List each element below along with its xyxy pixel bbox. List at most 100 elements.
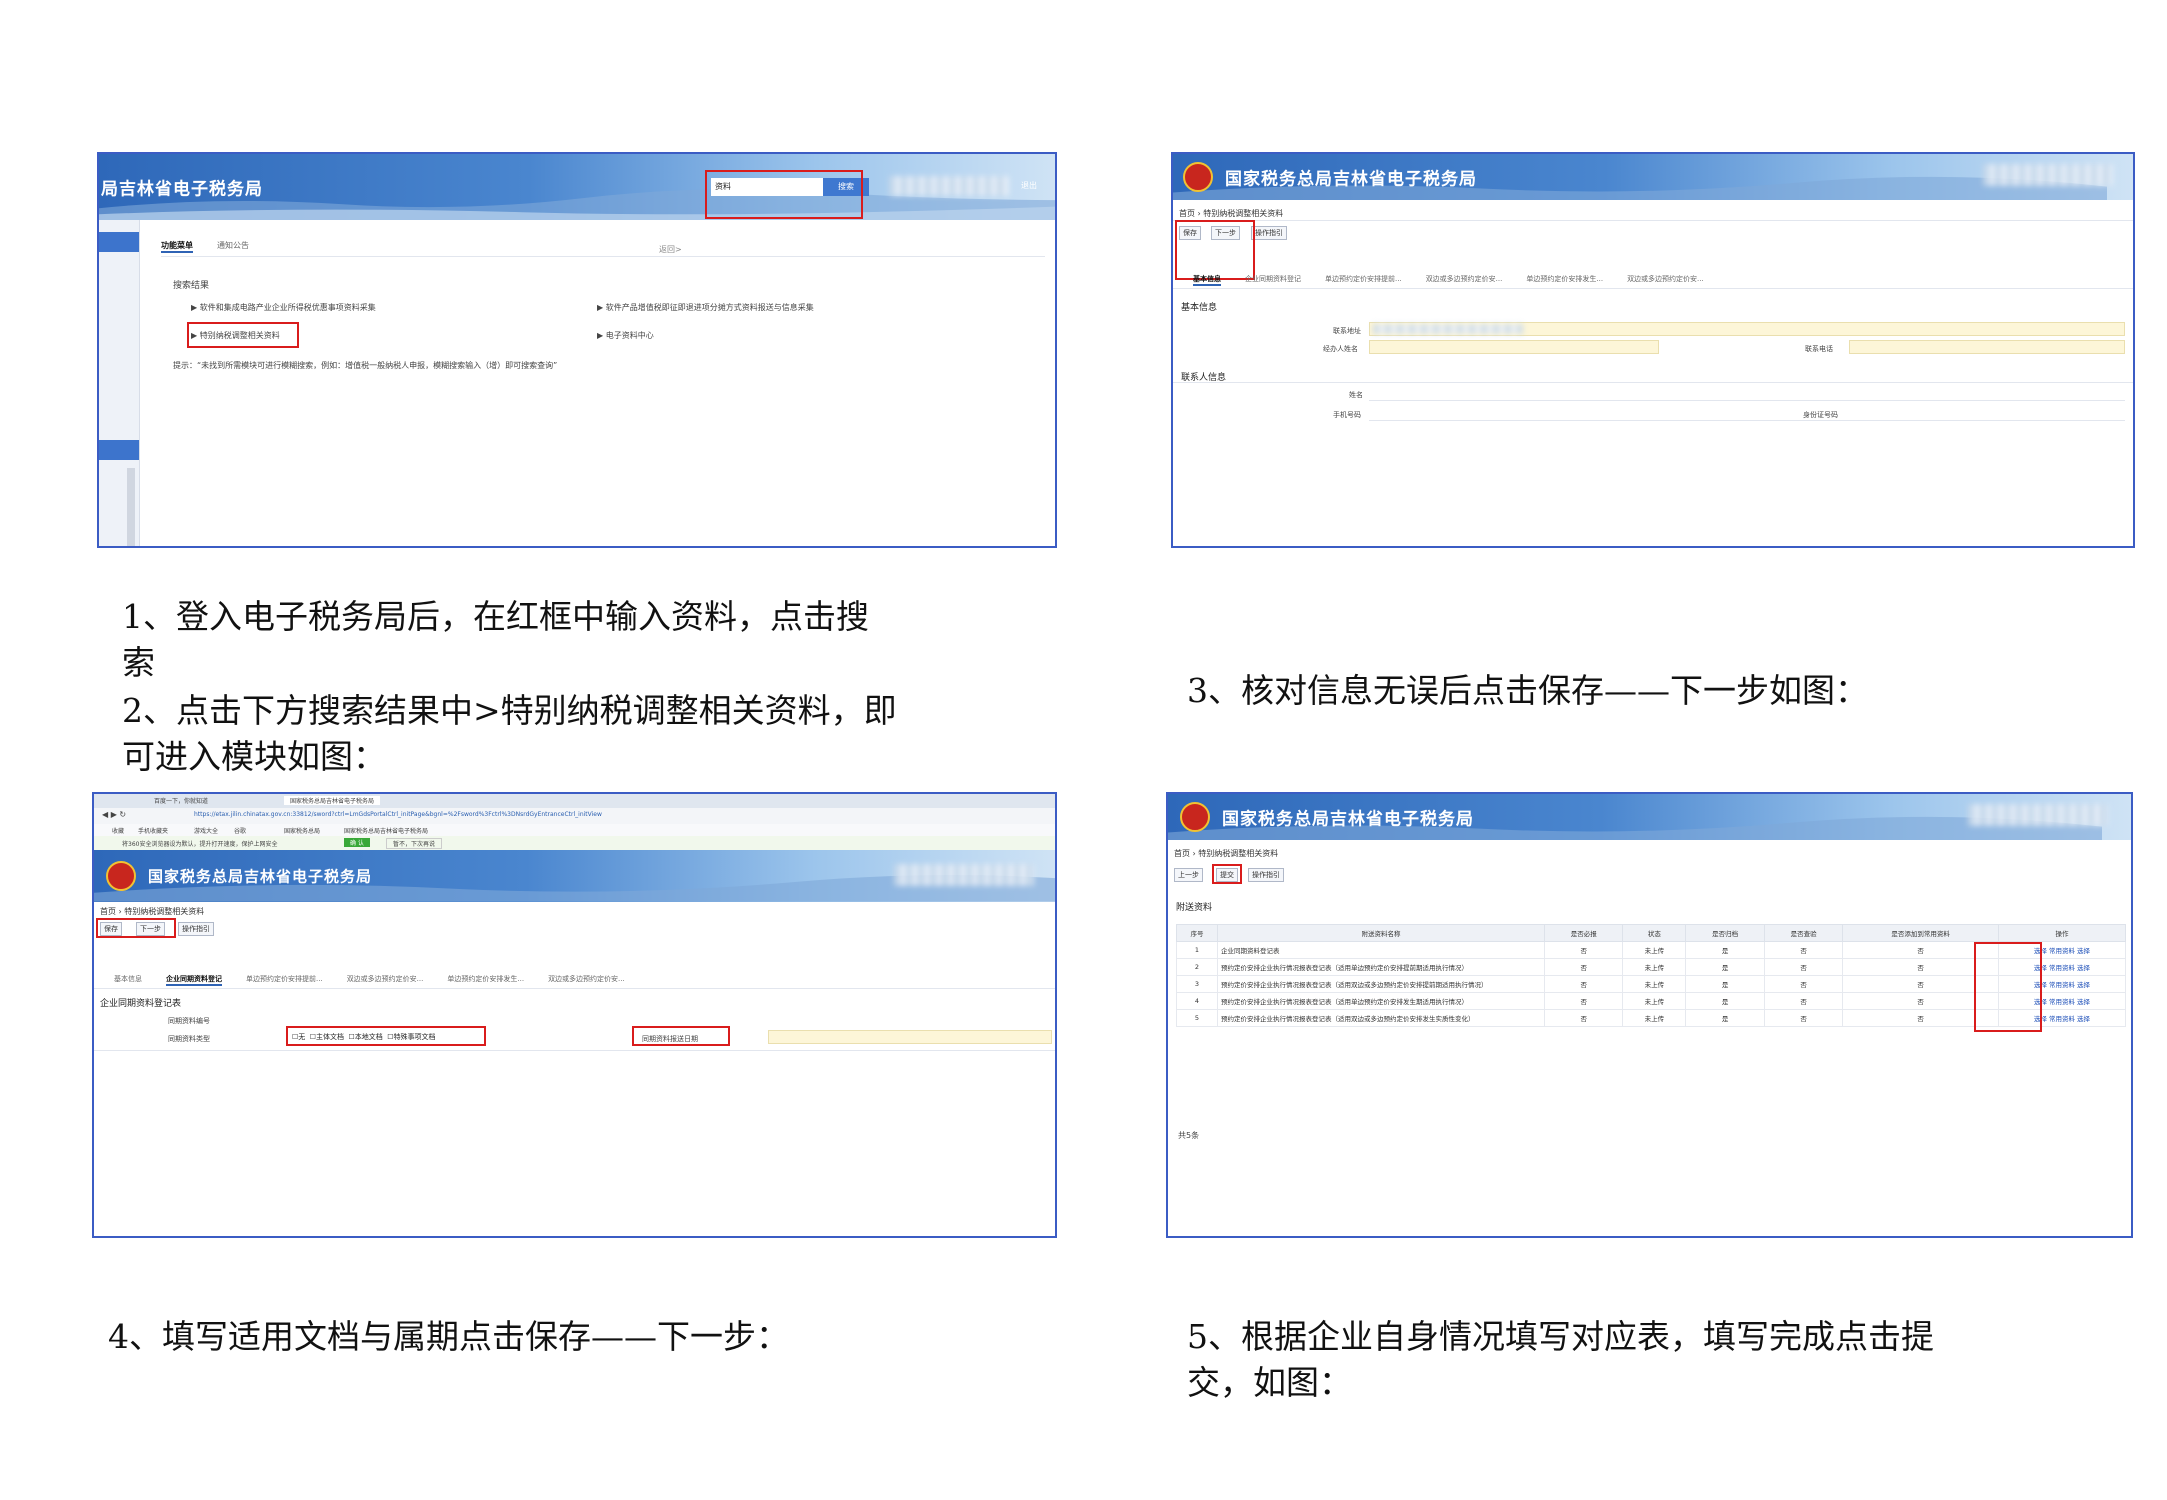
- caption-step5-cont: 交，如图：: [1187, 1363, 1352, 1402]
- national-emblem-icon: [106, 861, 136, 891]
- section-period-register: 企业同期资料登记表: [100, 999, 182, 1009]
- notice-confirm-button[interactable]: 确 认: [344, 838, 370, 847]
- cell: 否: [1543, 992, 1624, 1010]
- address-blurred: [1373, 324, 1523, 334]
- tab-period-register[interactable]: 企业同期资料登记: [166, 974, 222, 986]
- guide-button[interactable]: 操作指引: [178, 922, 214, 936]
- handler-input[interactable]: [1369, 340, 1659, 354]
- caption-step1-cont: 索: [122, 643, 155, 682]
- guide-button[interactable]: 操作指引: [1248, 868, 1284, 882]
- prev-button[interactable]: 上一步: [1174, 868, 1203, 882]
- tab-3[interactable]: 单边预约定价安排提前...: [1325, 274, 1402, 284]
- cell: 未上传: [1622, 992, 1687, 1010]
- tab-basic-info[interactable]: 基本信息: [1193, 274, 1221, 286]
- phone-input[interactable]: [1849, 340, 2125, 354]
- highlight-toolbar: [96, 918, 176, 938]
- tab-basic-info[interactable]: 基本信息: [114, 974, 142, 984]
- user-info-blurred: [1983, 164, 2113, 186]
- cell: 预约定价安排企业执行情况报表登记表（适用单边预约定价安排提前期适用执行情况）: [1217, 958, 1545, 976]
- portal-banner: 国家税务总局吉林省电子税务局: [1168, 794, 2131, 840]
- tab-4[interactable]: 双边或多边预约定价安...: [1426, 274, 1503, 284]
- notice-later-button[interactable]: 暂不，下次再说: [386, 838, 443, 849]
- caption-step4: 4、填写适用文档与属期点击保存——下一步：: [108, 1317, 789, 1356]
- nav-active-item[interactable]: [99, 232, 139, 252]
- breadcrumb: 首页 › 特别纳税调整相关资料: [1174, 849, 1279, 858]
- portal-banner: 国家税务总局吉林省电子税务局: [1173, 154, 2133, 200]
- bookmark-6[interactable]: 国家税务总局吉林省电子税务局: [344, 826, 428, 835]
- caption-step1: 1、登入电子税务局后，在红框中输入资料，点击搜: [122, 597, 869, 636]
- tab-4[interactable]: 双边或多边预约定价安...: [347, 974, 424, 984]
- field-label-address: 联系地址: [1333, 327, 1361, 335]
- tab-5[interactable]: 单边预约定价安排发生...: [447, 974, 524, 984]
- caption-step3: 3、核对信息无误后点击保存——下一步如图：: [1187, 671, 1868, 710]
- cell: 预约定价安排企业执行情况报表登记表（适用双边或多边预约定价安排发生实质性变化）: [1217, 1009, 1545, 1027]
- col-archived: 是否归档: [1685, 924, 1765, 942]
- nav-scrollbar[interactable]: [127, 468, 135, 546]
- back-link[interactable]: 返回>: [659, 244, 682, 255]
- cell: 否: [1763, 975, 1844, 993]
- cell: 未上传: [1622, 941, 1687, 959]
- cell: 2: [1176, 958, 1218, 976]
- tab-6[interactable]: 双边或多边预约定价安...: [1627, 274, 1704, 284]
- tab-3[interactable]: 单边预约定价安排提前...: [246, 974, 323, 984]
- result-link-2[interactable]: ▶ 软件产品增值税即征即退进项分摊方式资料报送与信息采集: [597, 302, 814, 313]
- label-period-type: 同期资料类型: [168, 1035, 210, 1043]
- browser-tab-2[interactable]: 国家税务总局吉林省电子税务局: [284, 796, 381, 805]
- bookmark-4[interactable]: 谷歌: [234, 826, 246, 835]
- result-link-4[interactable]: ▶ 电子资料中心: [597, 330, 654, 341]
- cell: 是: [1685, 992, 1765, 1010]
- cell: 5: [1176, 1009, 1218, 1027]
- cell: 否: [1763, 1009, 1844, 1027]
- user-info-blurred: [1968, 804, 2108, 826]
- url-input[interactable]: https://etax.jilin.chinatax.gov.cn:33812…: [194, 811, 1034, 818]
- nav-lower-item[interactable]: [99, 440, 139, 460]
- screenshot-4-attachments: 国家税务总局吉林省电子税务局 首页 › 特别纳税调整相关资料 上一步 提交 操作…: [1166, 792, 2133, 1238]
- highlight-submit: [1212, 864, 1242, 884]
- bookmark-5[interactable]: 国家税务总局: [284, 826, 320, 835]
- screenshot-1-search: 局吉林省电子税务局 资料 搜索 退出 功能菜单 通知公告 返回> 搜索结果 ▶ 软…: [97, 152, 1057, 548]
- portal-title: 国家税务总局吉林省电子税务局: [1225, 169, 1477, 190]
- browser-tab-1[interactable]: 百度一下，你就知道: [154, 796, 208, 805]
- tab-notices[interactable]: 通知公告: [217, 240, 249, 251]
- bookmark-2[interactable]: 手机收藏夹: [138, 826, 168, 835]
- cell: 否: [1543, 941, 1624, 959]
- tab-function-menu[interactable]: 功能菜单: [161, 240, 193, 253]
- browser-addressbar: ◀ ▶ ↻ https://etax.jilin.chinatax.gov.cn…: [94, 808, 1055, 824]
- section-basic-info: 基本信息: [1181, 303, 1218, 313]
- bookmark-3[interactable]: 游戏大全: [194, 826, 218, 835]
- field-label-mobile: 手机号码: [1333, 411, 1361, 419]
- browser-tabbar: 百度一下，你就知道 国家税务总局吉林省电子税务局: [94, 794, 1055, 808]
- logout-link[interactable]: 退出: [1021, 180, 1037, 191]
- module-tabs: 基本信息 企业同期资料登记 单边预约定价安排提前... 双边或多边预约定价安... 单边…: [114, 974, 649, 986]
- guide-button[interactable]: 操作指引: [1251, 226, 1287, 240]
- field-label-name: 姓名: [1349, 391, 1363, 399]
- cell: 预约定价安排企业执行情况报表登记表（适用单边预约定价安排发生期适用执行情况）: [1217, 992, 1545, 1010]
- tab-2[interactable]: 企业同期资料登记: [1245, 274, 1301, 284]
- cell: 否: [1763, 992, 1844, 1010]
- period-date-input[interactable]: [768, 1030, 1052, 1044]
- cell: 否: [1763, 958, 1844, 976]
- row-line: [94, 1050, 1055, 1051]
- cell: 否: [1763, 941, 1844, 959]
- breadcrumb: 首页 › 特别纳税调整相关资料: [100, 907, 205, 916]
- result-link-1[interactable]: ▶ 软件和集成电路产业企业所得税优惠事项资料采集: [191, 302, 376, 313]
- cell: 否: [1543, 1009, 1624, 1027]
- cell: 是: [1685, 941, 1765, 959]
- function-tabs: 功能菜单 通知公告: [161, 240, 273, 253]
- module-tabs: 基本信息 企业同期资料登记 单边预约定价安排提前... 双边或多边预约定价安... 单边…: [1193, 274, 1728, 286]
- cell: 未上传: [1622, 975, 1687, 993]
- back-icon[interactable]: ◀ ▶ ↻: [102, 810, 126, 819]
- tab-6[interactable]: 双边或多边预约定价安...: [548, 974, 625, 984]
- cell: 未上传: [1622, 958, 1687, 976]
- row-line: [1369, 400, 2125, 401]
- col-add-common: 是否添加到常用资料: [1842, 924, 1999, 942]
- col-required: 是否必报: [1543, 924, 1624, 942]
- cell: 企业同期资料登记表: [1217, 941, 1545, 959]
- left-nav: [99, 220, 140, 546]
- breadcrumb: 首页 › 特别纳税调整相关资料: [1179, 209, 1284, 218]
- cell: 是: [1685, 1009, 1765, 1027]
- tab-5[interactable]: 单边预约定价安排发生...: [1526, 274, 1603, 284]
- bookmark-1[interactable]: 收藏: [112, 826, 124, 835]
- results-heading: 搜索结果: [173, 281, 210, 291]
- portal-title: 国家税务总局吉林省电子税务局: [148, 867, 373, 886]
